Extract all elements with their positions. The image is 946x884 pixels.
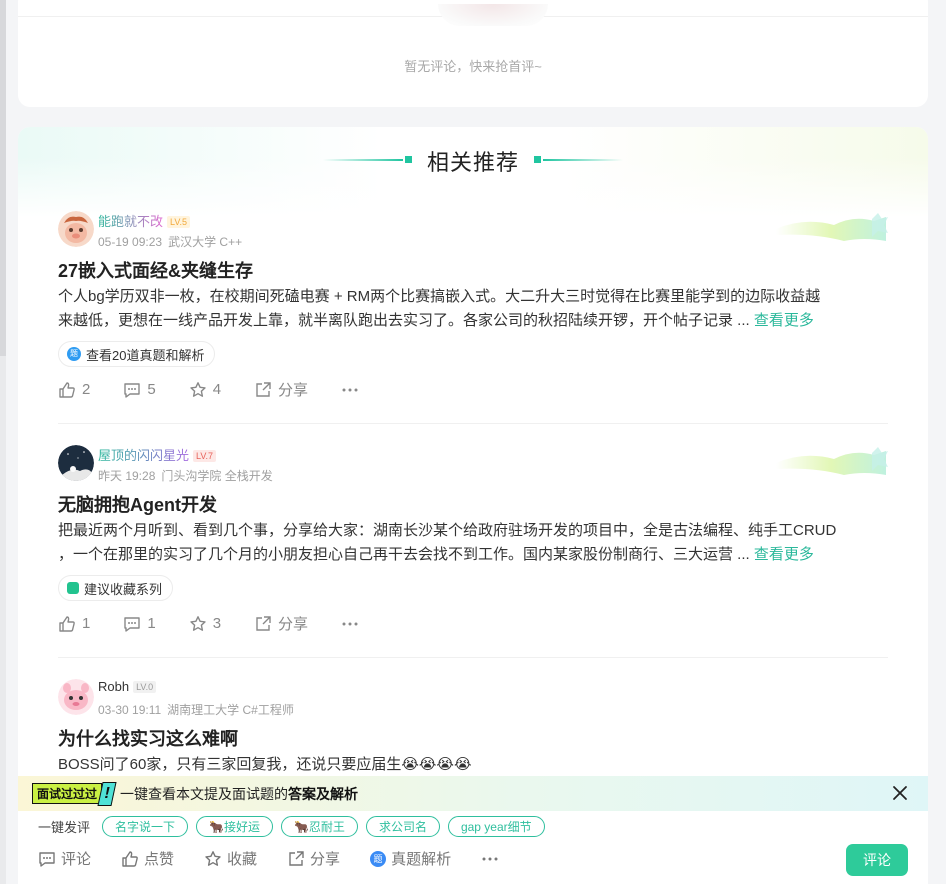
question-icon: 题 — [370, 850, 387, 867]
decor-badge-icon — [776, 447, 888, 475]
username[interactable]: 能跑就不改 LV.5 — [98, 211, 191, 230]
avatar[interactable] — [58, 211, 94, 247]
quick-comment-chip[interactable]: 求公司名 — [365, 816, 440, 837]
comments-card: 暂无评论，快来抢首评~ — [18, 0, 928, 107]
star-icon — [205, 850, 221, 866]
more-icon — [482, 857, 498, 860]
collect-button[interactable]: 4 — [189, 381, 221, 399]
more-button[interactable] — [341, 615, 365, 633]
post-excerpt[interactable]: 个人bg学历双非一枚，在校期间死磕电赛 + RM两个比赛搞嵌入式。大二升大三时觉… — [58, 285, 888, 333]
post-title[interactable]: 为什么找实习这么难啊 — [58, 725, 238, 751]
share-icon — [256, 381, 271, 397]
author-school: 湖南理工大学 C#工程师 — [167, 703, 294, 717]
post-title[interactable]: 27嵌入式面经&夹缝生存 — [58, 257, 253, 283]
title-decor-line-right — [543, 159, 623, 161]
username[interactable]: 屋顶的闪闪星光 LV.7 — [98, 445, 217, 464]
quick-comment-chip[interactable]: 名字说一下 — [102, 816, 189, 837]
interview-answers-banner[interactable]: 面试过过过 ! 一键查看本文提及面试题的答案及解析 — [18, 776, 928, 811]
star-icon — [189, 615, 206, 631]
collection-tag[interactable]: 建议收藏系列 — [58, 575, 174, 601]
comment-icon — [124, 382, 141, 398]
view-more-link[interactable]: 查看更多 — [754, 546, 814, 563]
post-actions: 2 5 4 分享 — [58, 379, 398, 400]
question-tag[interactable]: 题查看20道真题和解析 — [58, 341, 216, 367]
quick-comment-chip[interactable]: gap year细节 — [447, 816, 545, 837]
share-icon — [289, 850, 304, 866]
post-excerpt[interactable]: 把最近两个月听到、看到几个事，分享给大家：湖南长沙某个给政府驻场开发的项目中，全… — [58, 519, 888, 567]
more-button[interactable] — [341, 381, 365, 399]
post-date: 昨天 19:28 — [98, 469, 156, 483]
quick-comment-chip[interactable]: 🐂接好运 — [196, 816, 273, 837]
collect-button[interactable]: 3 — [189, 615, 221, 633]
post-date: 05-19 09:23 — [98, 235, 163, 249]
comment-button[interactable]: 5 — [123, 381, 156, 399]
like-action[interactable]: 点赞 — [121, 848, 174, 869]
quick-comment-row: 一键发评 名字说一下 🐂接好运 🐂忍耐王 求公司名 gap year细节 — [38, 816, 553, 837]
page-scrollbar-thumb[interactable] — [0, 0, 6, 356]
star-icon — [189, 381, 206, 397]
decor-badge-icon — [776, 213, 888, 241]
username[interactable]: Robh LV.0 — [98, 679, 157, 694]
author-school: 门头沟学院 全栈开发 — [161, 469, 273, 483]
collect-action[interactable]: 收藏 — [204, 848, 257, 869]
share-action[interactable]: 分享 — [287, 848, 340, 869]
banner-highlight: 答案及解析 — [288, 785, 359, 802]
section-title: 相关推荐 — [426, 150, 519, 175]
like-button[interactable]: 2 — [58, 381, 90, 399]
submit-comment-button[interactable]: 评论 — [846, 844, 908, 876]
share-button[interactable]: 分享 — [254, 379, 308, 400]
question-icon: 题 — [67, 347, 81, 361]
view-more-link[interactable]: 查看更多 — [754, 312, 814, 329]
comment-icon — [39, 851, 55, 867]
author-school: 武汉大学 C++ — [168, 235, 243, 249]
post-actions: 1 1 3 分享 — [58, 613, 398, 634]
more-action[interactable] — [481, 850, 504, 868]
thumbs-up-icon — [59, 381, 75, 398]
more-icon — [342, 388, 358, 391]
level-badge: LV.0 — [133, 681, 157, 693]
thumbs-up-icon — [122, 850, 138, 867]
quick-comment-chip[interactable]: 🐂忍耐王 — [280, 816, 358, 837]
comment-button[interactable]: 1 — [123, 615, 156, 633]
divider — [58, 657, 888, 658]
thumbs-up-icon — [59, 615, 75, 632]
close-icon[interactable] — [890, 783, 910, 803]
question-analysis-action[interactable]: 题 真题解析 — [370, 848, 451, 869]
page-scrollbar-track[interactable] — [0, 0, 6, 884]
avatar[interactable] — [58, 445, 94, 481]
post-meta: 05-19 09:23 武汉大学 C++ — [98, 233, 242, 250]
bookmark-icon — [67, 582, 79, 594]
level-badge: LV.7 — [193, 450, 217, 462]
title-decor-dot-right — [534, 156, 541, 163]
quick-comment-label: 一键发评 — [38, 820, 91, 835]
share-icon — [256, 615, 271, 631]
empty-comments-text: 暂无评论，快来抢首评~ — [404, 59, 542, 74]
divider — [58, 423, 888, 424]
bottom-action-bar: 面试过过过 ! 一键查看本文提及面试题的答案及解析 一键发评 名字说一下 🐂接好… — [18, 776, 928, 884]
more-icon — [342, 622, 358, 625]
post-meta: 昨天 19:28 门头沟学院 全栈开发 — [98, 467, 273, 484]
post-excerpt[interactable]: BOSS问了60家，只有三家回复我，还说只要应届生😭😭😭😭 — [58, 753, 888, 777]
level-badge: LV.5 — [167, 216, 191, 228]
post-meta: 03-30 19:11 湖南理工大学 C#工程师 — [98, 701, 294, 718]
like-button[interactable]: 1 — [58, 615, 90, 633]
comment-action[interactable]: 评论 — [38, 848, 91, 869]
comment-icon — [124, 616, 141, 632]
avatar[interactable] — [58, 679, 94, 715]
share-button[interactable]: 分享 — [254, 613, 308, 634]
bottom-actions: 评论 点赞 收藏 分享 题 真题解析 — [38, 848, 534, 869]
post-date: 03-30 19:11 — [98, 703, 162, 717]
related-recommend-card: 相关推荐 能跑就不改 LV.5 05-19 09:23 武汉大学 C++ 27嵌入式… — [18, 127, 928, 884]
banner-badge: 面试过过过 — [32, 783, 103, 804]
post-title[interactable]: 无脑拥抱Agent开发 — [58, 491, 217, 517]
empty-illustration — [438, 4, 548, 26]
banner-text: 一键查看本文提及面试题的答案及解析 — [120, 785, 359, 802]
